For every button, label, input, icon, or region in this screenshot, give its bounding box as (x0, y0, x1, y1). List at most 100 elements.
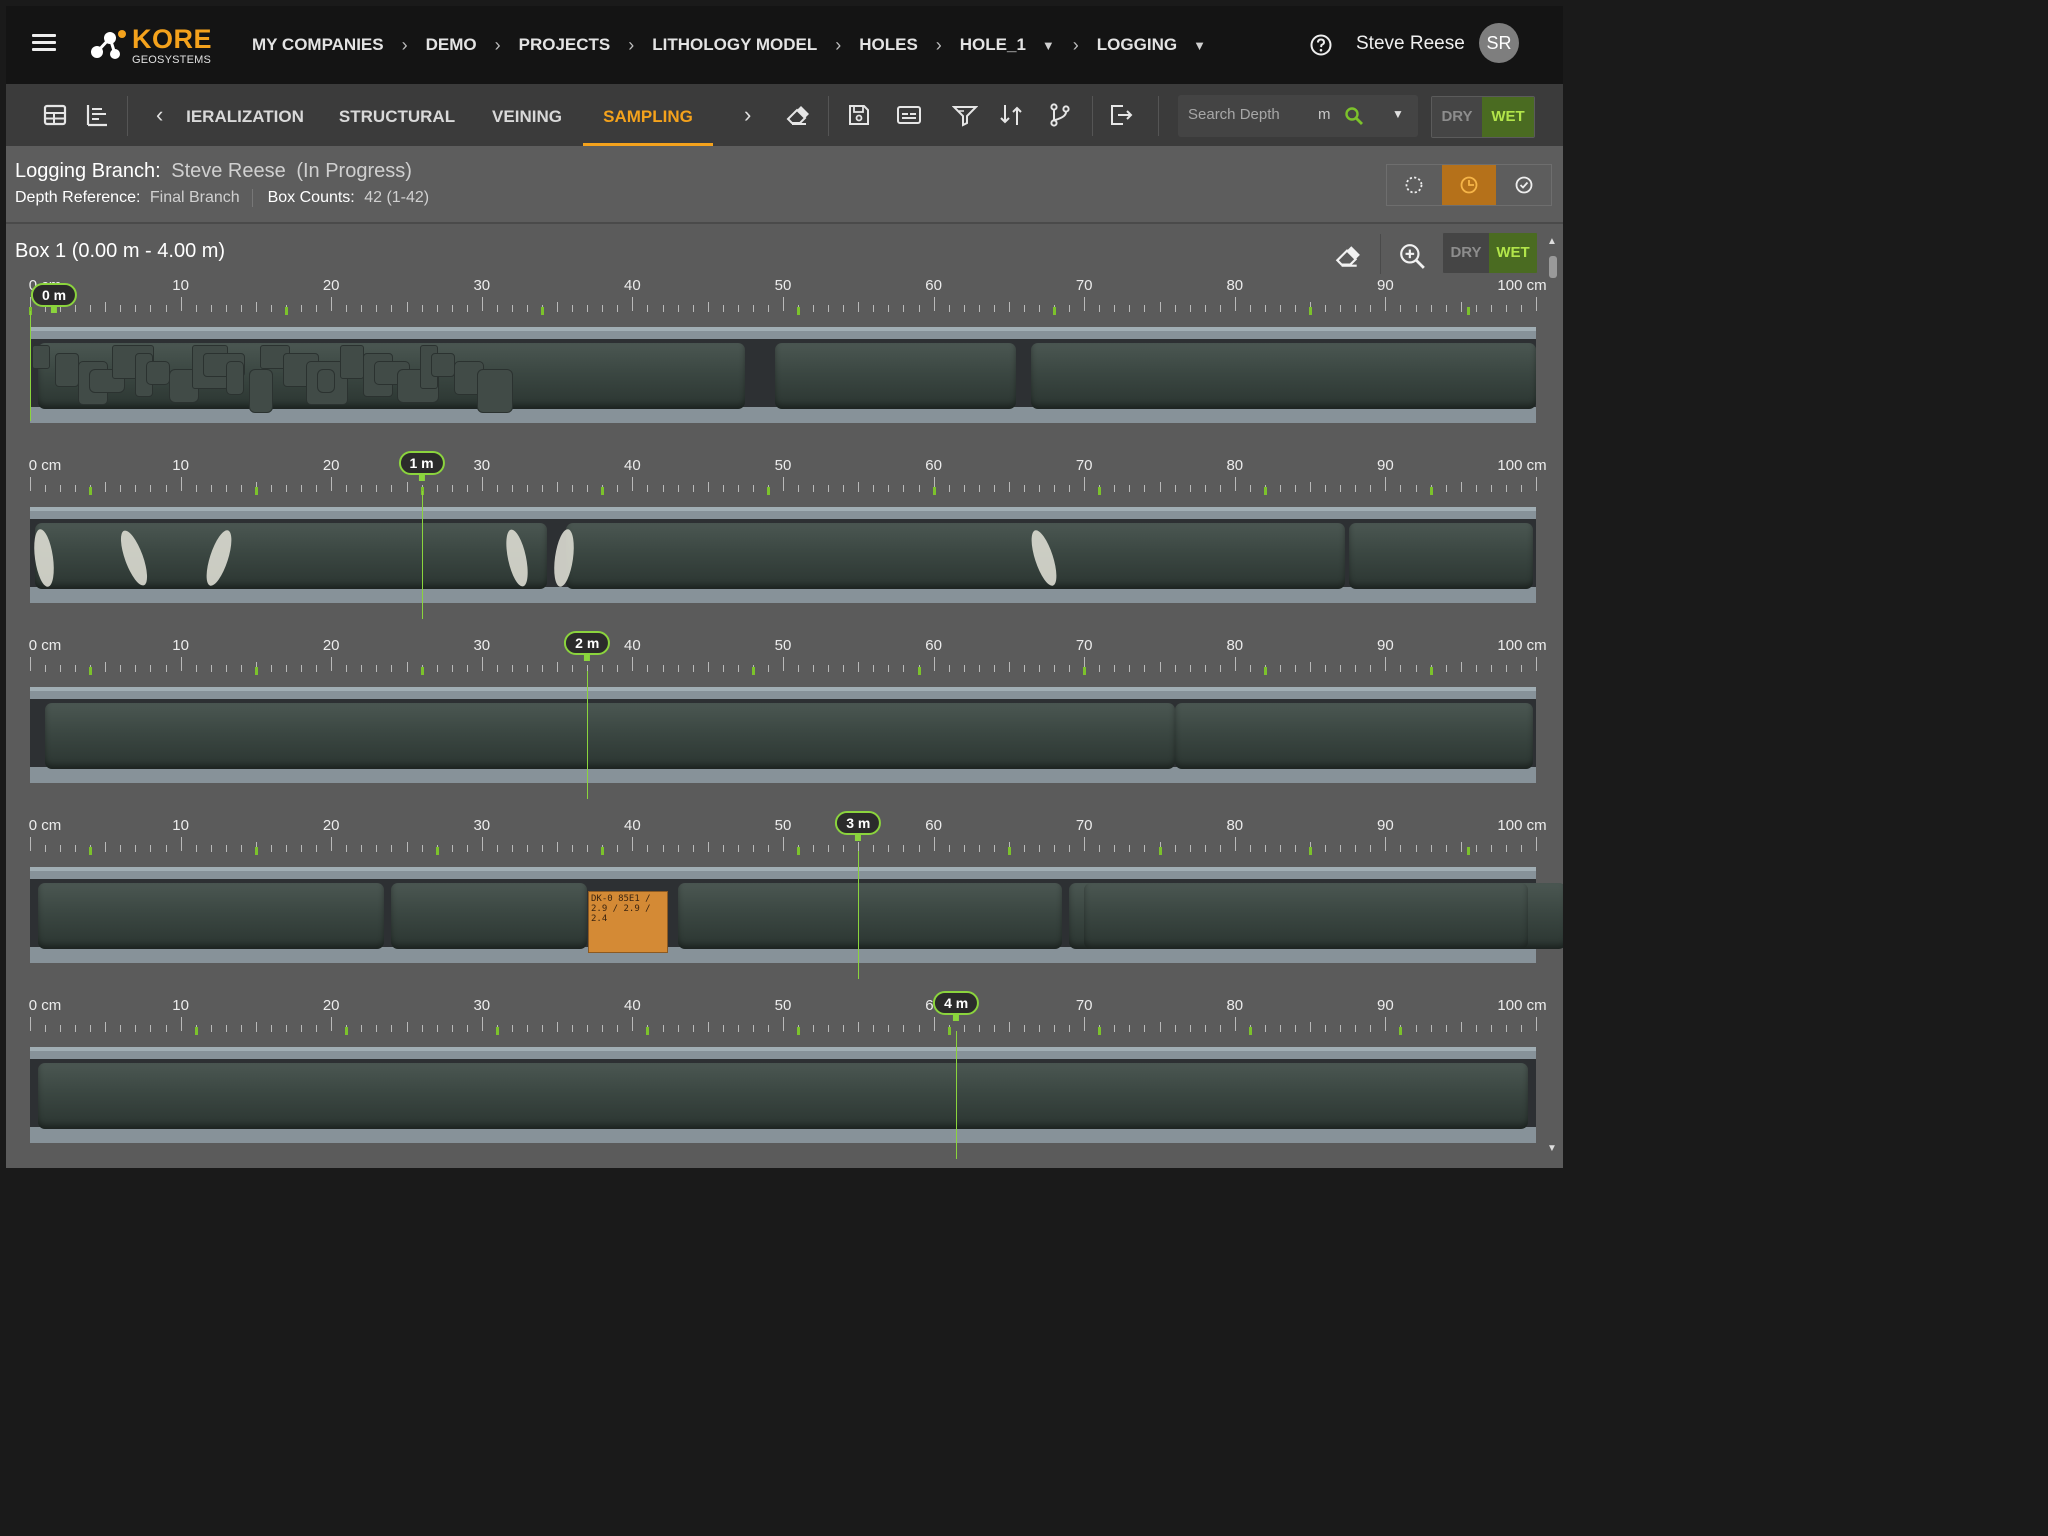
depth-marker-label[interactable]: 3 m (835, 811, 882, 841)
depth-marker-label[interactable]: 2 m (564, 631, 611, 661)
interval-marker[interactable] (1399, 1027, 1403, 1035)
interval-marker[interactable] (285, 307, 289, 315)
breadcrumb-my-companies[interactable]: MY COMPANIES (252, 35, 384, 55)
interval-marker[interactable] (541, 307, 545, 315)
eraser-icon[interactable] (784, 102, 810, 128)
ruler-tick (1054, 845, 1056, 852)
search-depth-input[interactable] (1186, 105, 1300, 124)
kore-logo[interactable]: KORE GEOSYSTEMS (88, 22, 218, 68)
export-icon[interactable] (1108, 102, 1134, 128)
interval-marker[interactable] (932, 487, 936, 495)
depth-marker-line (956, 1031, 958, 1159)
interval-marker[interactable] (797, 1027, 801, 1035)
menu-icon[interactable] (32, 34, 56, 52)
interval-marker[interactable] (345, 1027, 349, 1035)
interval-marker[interactable] (1309, 307, 1313, 315)
interval-marker[interactable] (1158, 847, 1162, 855)
interval-marker[interactable] (194, 1027, 198, 1035)
hole-dropdown-icon[interactable]: ▼ (1042, 38, 1055, 53)
breadcrumb-projects[interactable]: PROJECTS (519, 35, 611, 55)
sample-tag[interactable]: DK-0 85E1 / 2.9 / 2.9 / 2.4 (588, 891, 668, 953)
branch-icon[interactable] (1047, 102, 1073, 128)
interval-marker[interactable] (1429, 487, 1433, 495)
sync-icon[interactable] (998, 102, 1024, 128)
interval-marker[interactable] (1467, 307, 1471, 315)
interval-marker[interactable] (646, 1027, 650, 1035)
scrollbar-thumb[interactable] (1549, 256, 1557, 278)
breadcrumb-hole-1[interactable]: HOLE_1 (960, 35, 1026, 55)
filter-icon[interactable] (952, 102, 978, 128)
box-eraser-icon[interactable] (1333, 242, 1361, 270)
tabs-scroll-left-icon[interactable]: ‹ (156, 102, 163, 128)
interval-marker[interactable] (1248, 1027, 1252, 1035)
depth-marker-label[interactable]: 4 m (933, 991, 980, 1021)
tabs-scroll-right-icon[interactable]: › (744, 102, 751, 128)
strip-log-icon[interactable] (84, 102, 110, 128)
zoom-in-icon[interactable] (1398, 242, 1426, 270)
subtitles-icon[interactable] (896, 102, 922, 128)
interval-marker[interactable] (1098, 487, 1102, 495)
dry-button[interactable]: DRY (1432, 97, 1482, 137)
interval-marker[interactable] (601, 487, 605, 495)
box-dry-button[interactable]: DRY (1443, 233, 1489, 273)
interval-marker[interactable] (1098, 1027, 1102, 1035)
box-wet-button[interactable]: WET (1489, 233, 1537, 273)
save-icon[interactable] (846, 102, 872, 128)
depth-marker-label[interactable]: 1 m (398, 451, 445, 481)
interval-marker[interactable] (601, 847, 605, 855)
tab-structural[interactable]: STRUCTURAL (336, 84, 458, 146)
help-icon[interactable] (1310, 34, 1332, 56)
scroll-down-icon[interactable]: ▼ (1547, 1143, 1557, 1154)
status-not-started-button[interactable] (1387, 165, 1442, 205)
breadcrumb-logging[interactable]: LOGGING (1097, 35, 1177, 55)
interval-marker[interactable] (917, 667, 921, 675)
scroll-up-icon[interactable]: ▲ (1547, 236, 1557, 247)
interval-marker[interactable] (1309, 847, 1313, 855)
interval-marker[interactable] (435, 847, 439, 855)
search-dropdown-icon[interactable]: ▼ (1392, 107, 1404, 121)
interval-marker[interactable] (89, 667, 93, 675)
tab-veining[interactable]: VEINING (482, 84, 572, 146)
logging-info-panel: Logging Branch: Steve Reese (In Progress… (6, 146, 1563, 224)
ruler-tick (466, 305, 468, 312)
interval-marker[interactable] (766, 487, 770, 495)
wet-button[interactable]: WET (1482, 97, 1534, 137)
depth-marker-label[interactable]: 0 m (30, 283, 78, 313)
interval-marker[interactable] (254, 487, 258, 495)
interval-marker[interactable] (751, 667, 755, 675)
interval-marker[interactable] (1429, 667, 1433, 675)
ruler-tick (240, 485, 242, 492)
interval-marker[interactable] (1467, 847, 1471, 855)
breadcrumb-demo[interactable]: DEMO (426, 35, 477, 55)
search-icon[interactable] (1344, 106, 1364, 126)
interval-marker[interactable] (797, 307, 801, 315)
ruler-tick (361, 305, 363, 312)
ruler-tick (1189, 665, 1191, 672)
interval-marker[interactable] (1263, 667, 1267, 675)
breadcrumb-lithology-model[interactable]: LITHOLOGY MODEL (652, 35, 817, 55)
tab-sampling[interactable]: SAMPLING (583, 84, 713, 146)
breadcrumb-holes[interactable]: HOLES (859, 35, 918, 55)
interval-marker[interactable] (254, 667, 258, 675)
interval-marker[interactable] (1263, 487, 1267, 495)
logging-dropdown-icon[interactable]: ▼ (1193, 38, 1206, 53)
interval-marker[interactable] (1083, 667, 1087, 675)
table-view-icon[interactable] (42, 102, 68, 128)
status-complete-button[interactable] (1496, 165, 1551, 205)
box-scrollbar[interactable]: ▲ ▼ (1547, 236, 1559, 1154)
interval-marker[interactable] (1053, 307, 1057, 315)
tab-mineralization[interactable]: IERALIZATION (184, 84, 306, 146)
status-in-progress-button[interactable] (1441, 165, 1497, 205)
interval-marker[interactable] (947, 1027, 951, 1035)
interval-marker[interactable] (1007, 847, 1011, 855)
interval-marker[interactable] (495, 1027, 499, 1035)
user-avatar[interactable]: SR (1479, 23, 1519, 63)
interval-marker[interactable] (254, 847, 258, 855)
ruler-tick (1295, 845, 1297, 852)
interval-marker[interactable] (89, 487, 93, 495)
user-name[interactable]: Steve Reese (1356, 33, 1465, 55)
ruler-tick (511, 305, 513, 312)
interval-marker[interactable] (89, 847, 93, 855)
interval-marker[interactable] (797, 847, 801, 855)
interval-marker[interactable] (420, 667, 424, 675)
